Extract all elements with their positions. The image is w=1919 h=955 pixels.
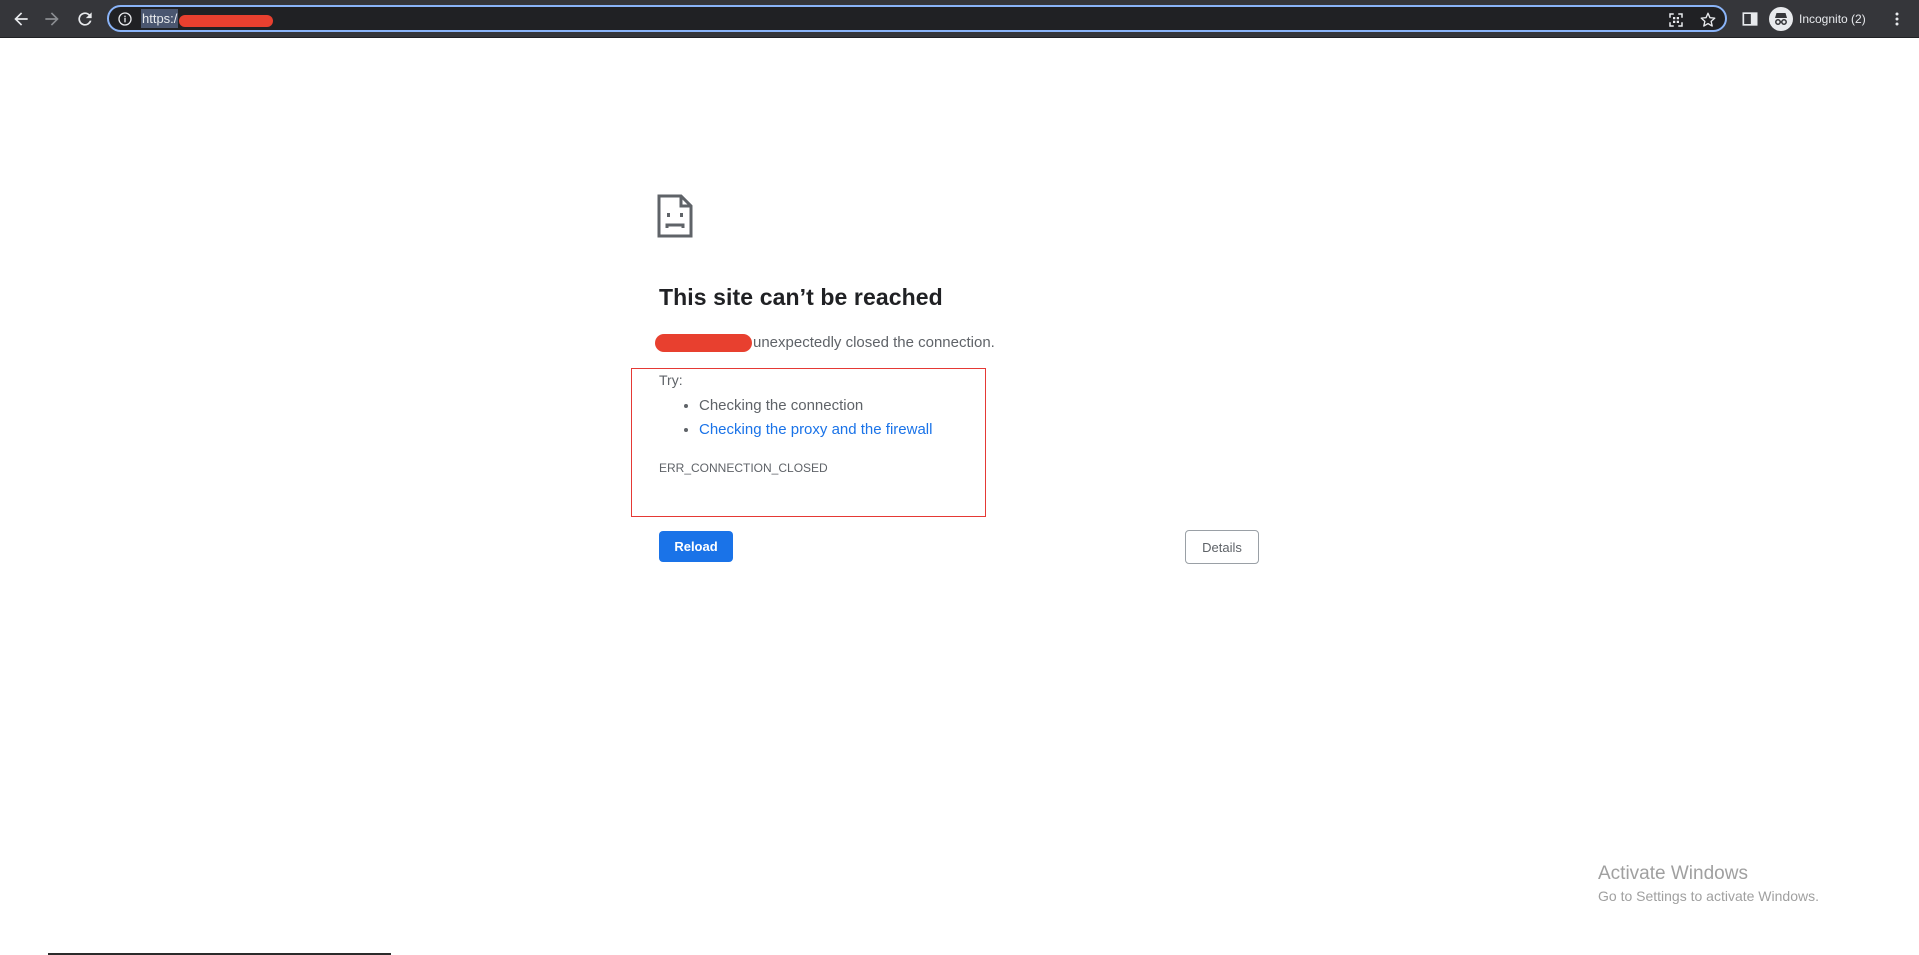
reload-button[interactable]: Reload — [659, 531, 733, 562]
try-label: Try: — [659, 372, 683, 388]
side-panel-icon — [1742, 12, 1758, 26]
page-title: This site can’t be reached — [659, 284, 943, 310]
browser-toolbar: https:/ Incognito (2) — [0, 0, 1919, 38]
incognito-profile-button[interactable]: Incognito (2) — [1769, 6, 1866, 32]
qr-code-icon[interactable] — [1667, 11, 1685, 29]
suggestion-item: Checking the connection — [699, 394, 932, 418]
sad-page-icon — [657, 194, 693, 238]
url-redaction — [179, 15, 273, 27]
details-button[interactable]: Details — [1185, 530, 1259, 564]
reload-icon — [78, 12, 92, 26]
info-icon[interactable] — [117, 11, 133, 27]
profile-label: Incognito (2) — [1799, 12, 1866, 26]
star-icon[interactable] — [1699, 11, 1717, 29]
address-bar[interactable]: https:/ — [107, 5, 1727, 32]
arrow-back-icon — [14, 12, 28, 26]
reload-toolbar-button[interactable] — [70, 4, 100, 34]
error-description: unexpectedly closed the connection. — [655, 332, 995, 354]
more-menu-button[interactable] — [1882, 4, 1912, 34]
watermark-subtitle: Go to Settings to activate Windows. — [1598, 888, 1819, 904]
suggestion-item: Checking the proxy and the firewall — [699, 418, 932, 442]
proxy-firewall-link[interactable]: Checking the proxy and the firewall — [699, 421, 932, 438]
back-button[interactable] — [6, 4, 36, 34]
watermark-title: Activate Windows — [1598, 863, 1748, 884]
activate-windows-watermark: Activate Windows Go to Settings to activ… — [1598, 862, 1819, 906]
side-panel-button[interactable] — [1735, 4, 1765, 34]
highlight-box — [631, 368, 986, 517]
error-description-text: unexpectedly closed the connection. — [753, 334, 995, 351]
arrow-forward-icon — [45, 12, 59, 26]
url-text[interactable]: https:/ — [141, 9, 179, 28]
suggestion-list: Checking the connection Checking the pro… — [659, 394, 932, 442]
suggestion-check-connection: Checking the connection — [699, 397, 864, 414]
error-code: ERR_CONNECTION_CLOSED — [659, 461, 828, 475]
forward-button[interactable] — [37, 4, 67, 34]
hostname-redaction — [655, 334, 752, 352]
more-vert-icon — [1895, 12, 1899, 26]
incognito-icon — [1769, 7, 1793, 31]
